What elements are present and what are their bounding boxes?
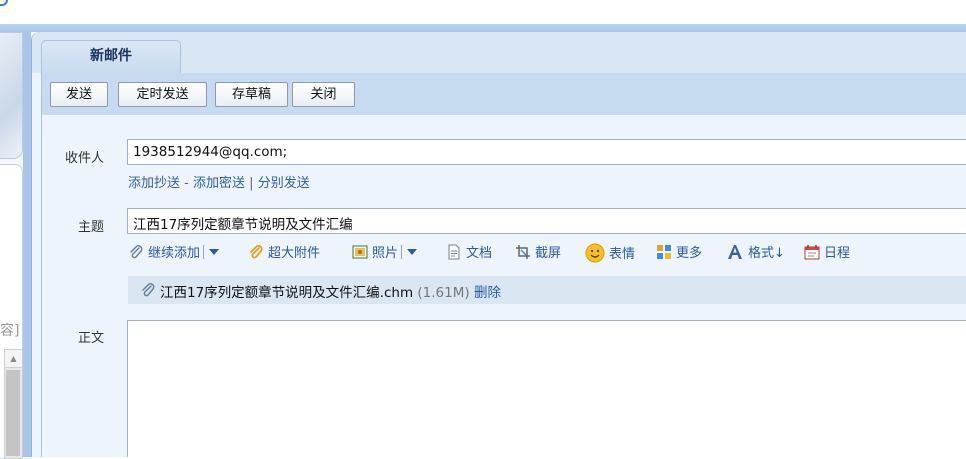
- body-label: 正文: [77, 331, 104, 346]
- header-bar: [0, 24, 966, 32]
- top-strip: [0, 0, 966, 24]
- compose-form: 收件人 1938512944@qq.com; 添加抄送 - 添加密送 | 分别发…: [41, 115, 966, 457]
- link-pipe: |: [249, 176, 254, 191]
- continue-add-button[interactable]: 继续添加: [128, 243, 220, 265]
- photo-icon: [352, 245, 368, 259]
- delete-attachment-link[interactable]: 删除: [474, 285, 501, 301]
- send-button[interactable]: 发送: [50, 82, 108, 107]
- paperclip-icon: [142, 283, 155, 297]
- more-label: 更多: [676, 246, 703, 261]
- document-icon: [448, 244, 460, 260]
- to-field[interactable]: 1938512944@qq.com;: [127, 139, 966, 165]
- to-label: 收件人: [64, 151, 104, 166]
- subject-field[interactable]: 江西17序列定额章节说明及文件汇编: [127, 208, 966, 234]
- attachment-size: (1.61M): [417, 285, 470, 301]
- photo-button[interactable]: 照片: [352, 243, 418, 265]
- divider: [401, 245, 403, 259]
- more-button[interactable]: 更多: [656, 243, 702, 265]
- format-button[interactable]: 格式↓: [726, 243, 785, 265]
- format-icon: [728, 245, 742, 259]
- compose-toolbar: 发送 定时发送 存草稿 关闭: [41, 73, 966, 115]
- subject-value: 江西17序列定额章节说明及文件汇编: [133, 217, 353, 233]
- attachment-item: 江西17序列定额章节说明及文件汇编.chm (1.61M) 删除: [128, 276, 966, 304]
- screenshot-icon: [516, 245, 530, 259]
- divider: [203, 245, 205, 259]
- recipient-links: 添加抄送 - 添加密送 | 分别发送: [128, 172, 310, 191]
- close-button[interactable]: 关闭: [292, 82, 355, 107]
- scheduled-send-button[interactable]: 定时发送: [118, 82, 207, 107]
- calendar-label: 日程: [824, 246, 851, 261]
- continue-add-label: 继续添加: [148, 246, 201, 261]
- chevron-down-icon[interactable]: [209, 249, 220, 255]
- screenshot-label: 截屏: [535, 246, 562, 261]
- chevron-down-icon[interactable]: [407, 249, 418, 255]
- scroll-thumb[interactable]: [6, 370, 20, 456]
- large-attachment-button[interactable]: 超大附件: [248, 243, 320, 265]
- tab-new-mail[interactable]: 新邮件: [41, 40, 181, 74]
- calendar-button[interactable]: 日程: [804, 243, 850, 265]
- document-label: 文档: [466, 246, 493, 261]
- left-card-top: [0, 32, 23, 159]
- attachment-filename: 江西17序列定额章节说明及文件汇编.chm: [160, 285, 414, 301]
- left-scrollbar[interactable]: ▲: [4, 349, 23, 459]
- more-icon: [657, 245, 671, 259]
- subject-label: 主题: [77, 220, 104, 235]
- corner-mark: [0, 0, 8, 6]
- scroll-up-icon[interactable]: ▲: [5, 350, 22, 368]
- attachment-info: 江西17序列定额章节说明及文件汇编.chm (1.61M) 删除: [160, 281, 501, 301]
- pencil-clip-icon: [250, 244, 263, 259]
- save-draft-button[interactable]: 存草稿: [215, 82, 288, 107]
- separate-send-link[interactable]: 分别发送: [258, 176, 310, 191]
- emoji-icon: [585, 243, 605, 263]
- to-value: 1938512944@qq.com;: [133, 144, 288, 160]
- emoji-label: 表情: [609, 247, 636, 262]
- left-pane-partial-text: 容]: [0, 323, 20, 339]
- add-bcc-link[interactable]: 添加密送: [193, 176, 245, 191]
- calendar-icon: [804, 245, 820, 260]
- large-attachment-label: 超大附件: [268, 246, 321, 261]
- body-editor[interactable]: [127, 320, 966, 457]
- format-label: 格式↓: [748, 246, 785, 261]
- paperclip-icon: [130, 245, 143, 259]
- link-dash: -: [184, 176, 189, 191]
- document-button[interactable]: 文档: [446, 243, 492, 265]
- emoji-button[interactable]: 表情: [585, 243, 635, 265]
- photo-label: 照片: [372, 246, 399, 261]
- compose-panel: 新邮件 发送 定时发送 存草稿 关闭 收件人 1938512944@qq.com…: [31, 32, 966, 457]
- add-cc-link[interactable]: 添加抄送: [128, 176, 180, 191]
- screenshot-button[interactable]: 截屏: [515, 243, 561, 265]
- tab-row: 新邮件: [32, 32, 966, 74]
